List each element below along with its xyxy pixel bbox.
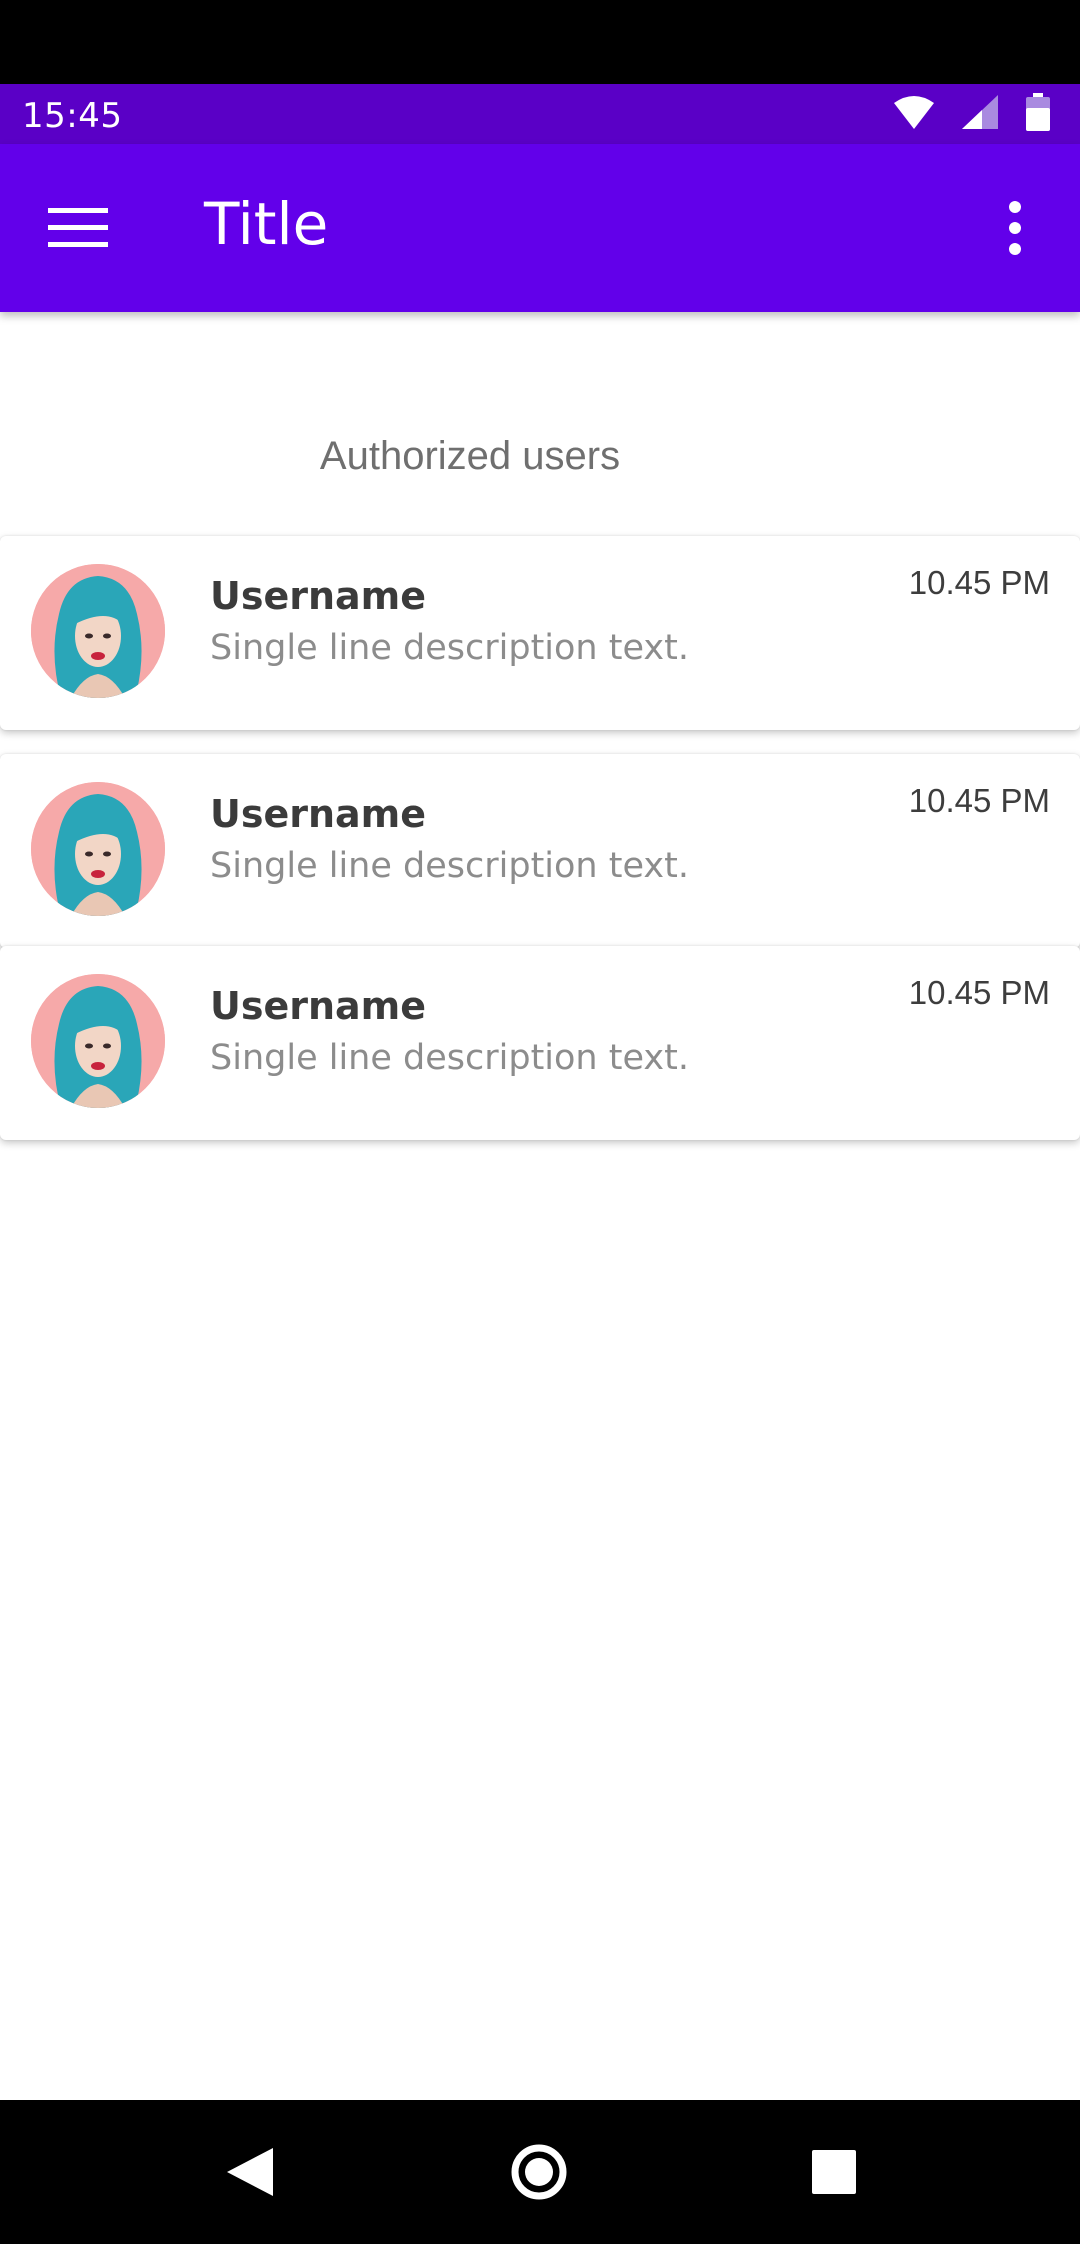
user-description: Single line description text.	[210, 628, 689, 668]
user-list-item[interactable]: Username Single line description text. 1…	[0, 946, 1080, 1140]
app-bar: Title	[0, 144, 1080, 312]
user-description: Single line description text.	[210, 1038, 689, 1078]
camera-cutout-area	[0, 0, 1080, 84]
status-icons	[894, 92, 1050, 136]
wifi-icon	[894, 95, 934, 134]
hamburger-menu-icon[interactable]	[40, 200, 116, 256]
user-list-item[interactable]: Username Single line description text. 1…	[0, 754, 1080, 948]
home-icon[interactable]	[503, 2136, 575, 2208]
timestamp: 10.45 PM	[908, 564, 1050, 601]
page-title: Title	[204, 190, 329, 258]
system-nav-bar	[0, 2100, 1080, 2244]
username: Username	[210, 984, 427, 1028]
back-icon[interactable]	[214, 2136, 286, 2208]
status-bar: 15:45	[0, 84, 1080, 144]
user-description: Single line description text.	[210, 846, 689, 886]
status-time: 15:45	[22, 96, 123, 136]
more-vert-icon[interactable]	[990, 194, 1040, 262]
username: Username	[210, 574, 427, 618]
timestamp: 10.45 PM	[908, 974, 1050, 1011]
recents-icon[interactable]	[798, 2136, 870, 2208]
username: Username	[210, 792, 427, 836]
timestamp: 10.45 PM	[908, 782, 1050, 819]
user-list-item[interactable]: Username Single line description text. 1…	[0, 536, 1080, 730]
avatar	[31, 564, 165, 698]
avatar	[31, 974, 165, 1108]
cellular-signal-icon	[962, 94, 998, 134]
avatar	[31, 782, 165, 916]
battery-icon	[1026, 92, 1050, 136]
section-heading: Authorized users	[319, 434, 621, 478]
